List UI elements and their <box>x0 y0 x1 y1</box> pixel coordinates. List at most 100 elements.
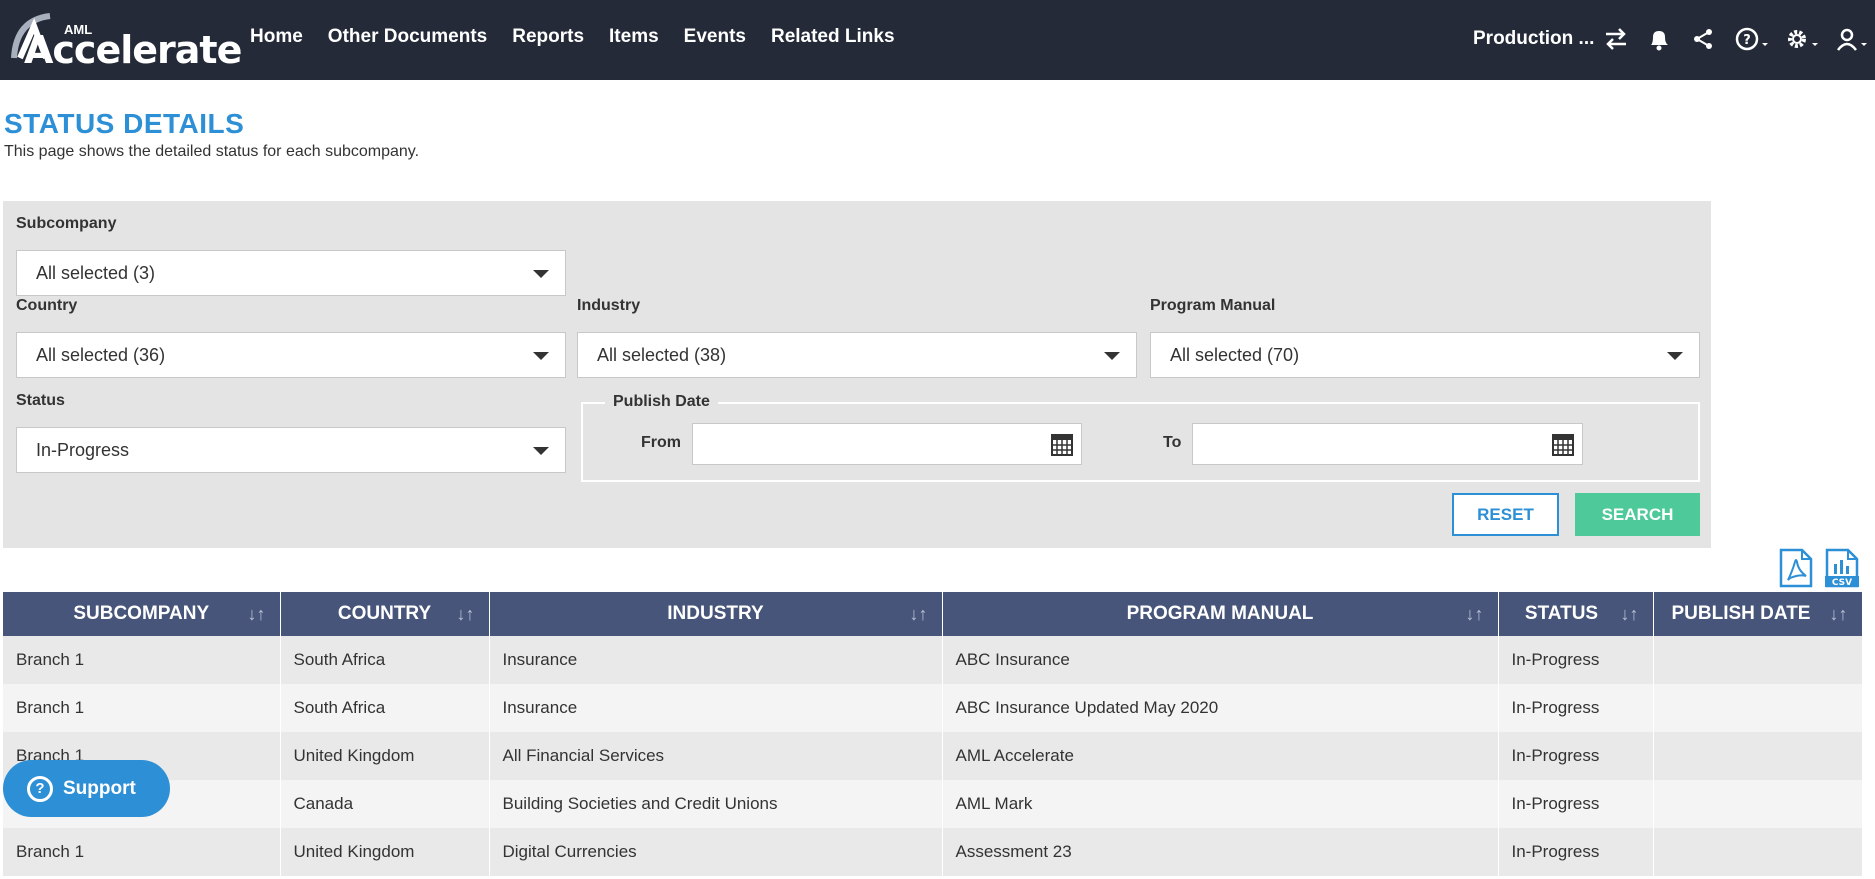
cell-program-manual: AML Accelerate <box>942 732 1499 780</box>
nav-events[interactable]: Events <box>684 26 746 48</box>
calendar-icon[interactable] <box>1552 434 1574 456</box>
swap-icon[interactable] <box>1601 24 1631 54</box>
cell-country: South Africa <box>280 636 490 684</box>
chevron-down-icon <box>533 352 549 360</box>
cell-country: South Africa <box>280 684 490 732</box>
cell-industry: Building Societies and Credit Unions <box>489 780 943 828</box>
column-title: INDUSTRY <box>667 603 764 624</box>
column-header-status[interactable]: STATUS ↓↑ <box>1498 592 1654 636</box>
from-date-input[interactable] <box>692 423 1082 465</box>
reset-button[interactable]: RESET <box>1452 493 1559 536</box>
nav-home[interactable]: Home <box>250 26 303 48</box>
cell-industry: Digital Currencies <box>489 828 943 876</box>
table-row[interactable]: Branch 1 South Africa Insurance ABC Insu… <box>3 684 1863 732</box>
status-table: SUBCOMPANY ↓↑ COUNTRY ↓↑ INDUSTRY ↓↑ PROGRA… <box>3 592 1863 876</box>
bell-icon[interactable] <box>1644 24 1674 54</box>
program-manual-select[interactable]: All selected (70) <box>1150 332 1700 378</box>
cell-program-manual: ABC Insurance Updated May 2020 <box>942 684 1499 732</box>
column-header-program-manual[interactable]: PROGRAM MANUAL ↓↑ <box>942 592 1499 636</box>
nav-related-links[interactable]: Related Links <box>771 26 895 48</box>
table-row[interactable]: Branch 1 Canada Building Societies and C… <box>3 780 1863 828</box>
sort-icon[interactable]: ↓↑ <box>1830 604 1848 625</box>
sort-icon[interactable]: ↓↑ <box>248 604 266 625</box>
country-value: All selected (36) <box>36 345 166 365</box>
cell-country: Canada <box>280 780 490 828</box>
status-label: Status <box>16 392 65 409</box>
chevron-down-icon <box>1667 352 1683 360</box>
status-value: In-Progress <box>36 440 130 460</box>
status-select[interactable]: In-Progress <box>16 427 566 473</box>
page-title: STATUS DETAILS <box>4 108 245 139</box>
cell-publish-date <box>1653 684 1863 732</box>
pdf-export-icon[interactable] <box>1778 548 1814 588</box>
industry-select[interactable]: All selected (38) <box>577 332 1137 378</box>
nav-reports[interactable]: Reports <box>512 26 584 48</box>
cell-publish-date <box>1653 732 1863 780</box>
cell-status: In-Progress <box>1498 636 1654 684</box>
column-title: PROGRAM MANUAL <box>1126 603 1314 624</box>
search-button[interactable]: SEARCH <box>1575 493 1700 536</box>
cell-publish-date <box>1653 828 1863 876</box>
cell-industry: All Financial Services <box>489 732 943 780</box>
support-button[interactable]: ? Support <box>3 760 170 817</box>
cell-publish-date <box>1653 636 1863 684</box>
page-subtitle: This page shows the detailed status for … <box>4 143 420 160</box>
table-row[interactable]: Branch 1 United Kingdom Digital Currenci… <box>3 828 1863 876</box>
column-header-publish-date[interactable]: PUBLISH DATE ↓↑ <box>1653 592 1863 636</box>
industry-label: Industry <box>577 297 641 314</box>
cell-subcompany: Branch 1 <box>3 684 281 732</box>
cell-subcompany: Branch 1 <box>3 636 281 684</box>
cell-status: In-Progress <box>1498 732 1654 780</box>
sort-icon[interactable]: ↓↑ <box>910 604 928 625</box>
to-label: To <box>1163 434 1182 451</box>
column-title: SUBCOMPANY <box>73 603 210 624</box>
country-select[interactable]: All selected (36) <box>16 332 566 378</box>
filter-panel: Subcompany All selected (3) Country All … <box>3 201 1711 548</box>
column-title: STATUS <box>1524 603 1599 624</box>
table-row[interactable]: Branch 1 United Kingdom All Financial Se… <box>3 732 1863 780</box>
table-header-row: SUBCOMPANY ↓↑ COUNTRY ↓↑ INDUSTRY ↓↑ PROGRA… <box>3 592 1863 636</box>
sort-icon[interactable]: ↓↑ <box>457 604 475 625</box>
sort-icon[interactable]: ↓↑ <box>1466 604 1484 625</box>
subcompany-label: Subcompany <box>16 215 117 232</box>
environment-selector[interactable]: Production ... <box>1473 28 1594 50</box>
from-label: From <box>641 434 681 451</box>
svg-text:?: ? <box>1743 33 1751 48</box>
cell-industry: Insurance <box>489 684 943 732</box>
help-icon[interactable]: ? <box>1733 24 1773 54</box>
cell-program-manual: Assessment 23 <box>942 828 1499 876</box>
calendar-icon[interactable] <box>1051 434 1073 456</box>
subcompany-value: All selected (3) <box>36 263 156 283</box>
subcompany-select[interactable]: All selected (3) <box>16 250 566 296</box>
to-date-input[interactable] <box>1192 423 1583 465</box>
column-title: PUBLISH DATE <box>1671 603 1811 624</box>
gear-icon[interactable] <box>1783 24 1823 54</box>
csv-export-icon[interactable]: CSV <box>1824 548 1860 588</box>
cell-industry: Insurance <box>489 636 943 684</box>
cell-status: In-Progress <box>1498 780 1654 828</box>
chevron-down-icon <box>533 447 549 455</box>
program-manual-label: Program Manual <box>1150 297 1276 314</box>
cell-status: In-Progress <box>1498 828 1654 876</box>
user-icon[interactable] <box>1835 24 1871 54</box>
cell-country: United Kingdom <box>280 732 490 780</box>
cell-publish-date <box>1653 780 1863 828</box>
column-header-country[interactable]: COUNTRY ↓↑ <box>280 592 490 636</box>
cell-program-manual: AML Mark <box>942 780 1499 828</box>
nav-items[interactable]: Items <box>609 26 659 48</box>
share-icon[interactable] <box>1688 24 1718 54</box>
chevron-down-icon <box>533 270 549 278</box>
program-manual-value: All selected (70) <box>1170 345 1300 365</box>
table-row[interactable]: Branch 1 South Africa Insurance ABC Insu… <box>3 636 1863 684</box>
logo-big-text: Accelerate <box>24 28 242 72</box>
cell-program-manual: ABC Insurance <box>942 636 1499 684</box>
cell-country: United Kingdom <box>280 828 490 876</box>
question-icon: ? <box>27 775 53 802</box>
aml-accelerate-logo[interactable]: AML Accelerate <box>4 6 242 72</box>
nav-other-documents[interactable]: Other Documents <box>328 26 487 48</box>
cell-status: In-Progress <box>1498 684 1654 732</box>
column-header-industry[interactable]: INDUSTRY ↓↑ <box>489 592 943 636</box>
column-header-subcompany[interactable]: SUBCOMPANY ↓↑ <box>3 592 281 636</box>
sort-icon[interactable]: ↓↑ <box>1621 604 1639 625</box>
chevron-down-icon <box>1104 352 1120 360</box>
